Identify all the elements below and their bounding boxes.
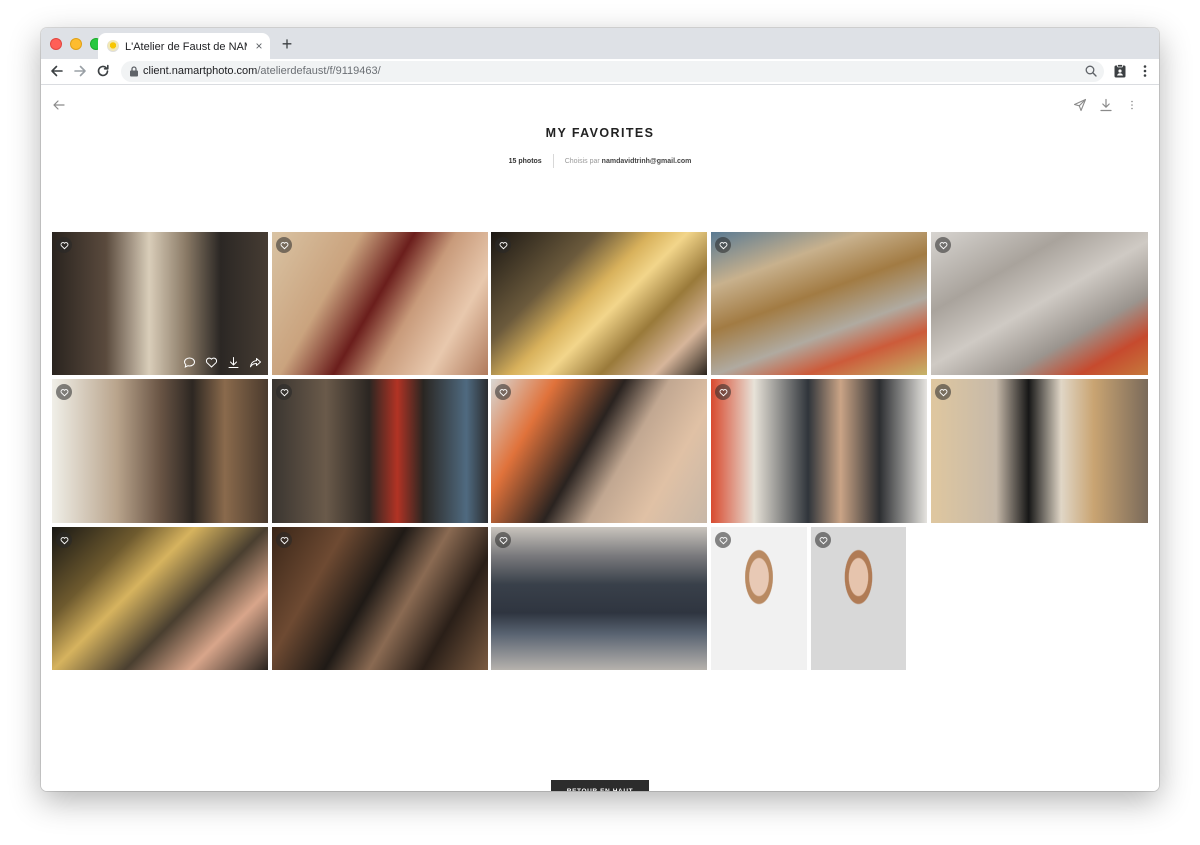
favicon-icon bbox=[107, 40, 119, 52]
favorite-heart-icon[interactable] bbox=[276, 532, 292, 548]
gallery-photo[interactable] bbox=[272, 527, 488, 670]
gallery-page: MY FAVORITES 15 photos Choisis par namdav… bbox=[41, 85, 1159, 791]
url-path: /atelierdefaust/f/9119463/ bbox=[257, 65, 381, 77]
extension-clipboard-icon[interactable] bbox=[1112, 63, 1128, 79]
gallery-photo[interactable] bbox=[811, 527, 906, 670]
chosen-by-label: Choisis par bbox=[564, 157, 600, 165]
url-text: client.namartphoto.com/atelierdefaust/f/… bbox=[143, 64, 381, 79]
gallery-photo[interactable] bbox=[711, 527, 807, 670]
minimize-window-button[interactable] bbox=[70, 38, 82, 50]
gallery-photo[interactable] bbox=[931, 379, 1148, 523]
favorite-heart-icon[interactable] bbox=[935, 237, 951, 253]
meta-divider bbox=[552, 154, 554, 168]
zoom-magnifier-icon[interactable] bbox=[1084, 64, 1098, 78]
browser-toolbar: client.namartphoto.com/atelierdefaust/f/… bbox=[41, 59, 1159, 85]
more-options-icon[interactable] bbox=[1125, 98, 1139, 112]
favorite-heart-icon[interactable] bbox=[715, 384, 731, 400]
favorite-heart-icon[interactable] bbox=[935, 384, 951, 400]
gallery-photo[interactable] bbox=[52, 232, 268, 375]
browser-menu-icon[interactable] bbox=[1137, 63, 1153, 79]
favorite-heart-icon[interactable] bbox=[495, 384, 511, 400]
browser-tab-active[interactable]: L'Atelier de Faust de NAM.ART × bbox=[98, 33, 270, 59]
url-host: client.namartphoto.com bbox=[143, 65, 258, 77]
send-icon[interactable] bbox=[1073, 98, 1087, 112]
tab-close-icon[interactable]: × bbox=[253, 39, 265, 53]
favorite-heart-icon[interactable] bbox=[56, 237, 72, 253]
download-icon[interactable] bbox=[227, 356, 240, 369]
address-bar[interactable]: client.namartphoto.com/atelierdefaust/f/… bbox=[121, 61, 1104, 82]
favorite-heart-icon[interactable] bbox=[276, 237, 292, 253]
gallery-photo[interactable] bbox=[711, 232, 927, 375]
heart-icon[interactable] bbox=[205, 356, 218, 369]
share-icon[interactable] bbox=[249, 356, 262, 369]
close-window-button[interactable] bbox=[50, 38, 62, 50]
gallery-photo[interactable] bbox=[272, 232, 488, 375]
gallery-photo[interactable] bbox=[711, 379, 927, 523]
gallery-photo[interactable] bbox=[52, 379, 268, 523]
back-arrow-icon[interactable] bbox=[48, 62, 66, 80]
gallery-photo[interactable] bbox=[931, 232, 1148, 375]
gallery-photo[interactable] bbox=[272, 379, 488, 523]
back-arrow-icon[interactable] bbox=[52, 98, 66, 112]
favorite-heart-icon[interactable] bbox=[495, 532, 511, 548]
tab-strip: L'Atelier de Faust de NAM.ART × + bbox=[41, 28, 1159, 59]
favorite-heart-icon[interactable] bbox=[715, 237, 731, 253]
lock-icon bbox=[130, 66, 138, 77]
browser-window: L'Atelier de Faust de NAM.ART × + client… bbox=[41, 28, 1159, 791]
gallery-meta: 15 photos Choisis par namdavidtrinh@gmail… bbox=[41, 154, 1159, 168]
gallery-photo[interactable] bbox=[491, 232, 707, 375]
download-icon[interactable] bbox=[1099, 98, 1113, 112]
photo-actions bbox=[183, 356, 262, 370]
favorite-heart-icon[interactable] bbox=[495, 237, 511, 253]
favorite-heart-icon[interactable] bbox=[56, 384, 72, 400]
favorite-heart-icon[interactable] bbox=[56, 532, 72, 548]
comment-icon[interactable] bbox=[183, 356, 196, 369]
back-to-top-button[interactable]: RETOUR EN HAUT bbox=[551, 780, 649, 791]
favorite-heart-icon[interactable] bbox=[715, 532, 731, 548]
favorite-heart-icon[interactable] bbox=[815, 532, 831, 548]
gallery-photo[interactable] bbox=[52, 527, 268, 670]
reload-icon[interactable] bbox=[94, 62, 112, 80]
gallery-photo[interactable] bbox=[491, 379, 707, 523]
new-tab-button[interactable]: + bbox=[279, 35, 295, 53]
tab-title: L'Atelier de Faust de NAM.ART bbox=[125, 41, 247, 53]
gallery-photo[interactable] bbox=[491, 527, 707, 670]
forward-arrow-icon[interactable] bbox=[71, 62, 89, 80]
chosen-by-email: namdavidtrinh@gmail.com bbox=[601, 157, 692, 165]
page-title: MY FAVORITES bbox=[545, 126, 655, 140]
photo-count: 15 photos bbox=[508, 157, 542, 165]
favorite-heart-icon[interactable] bbox=[276, 384, 292, 400]
